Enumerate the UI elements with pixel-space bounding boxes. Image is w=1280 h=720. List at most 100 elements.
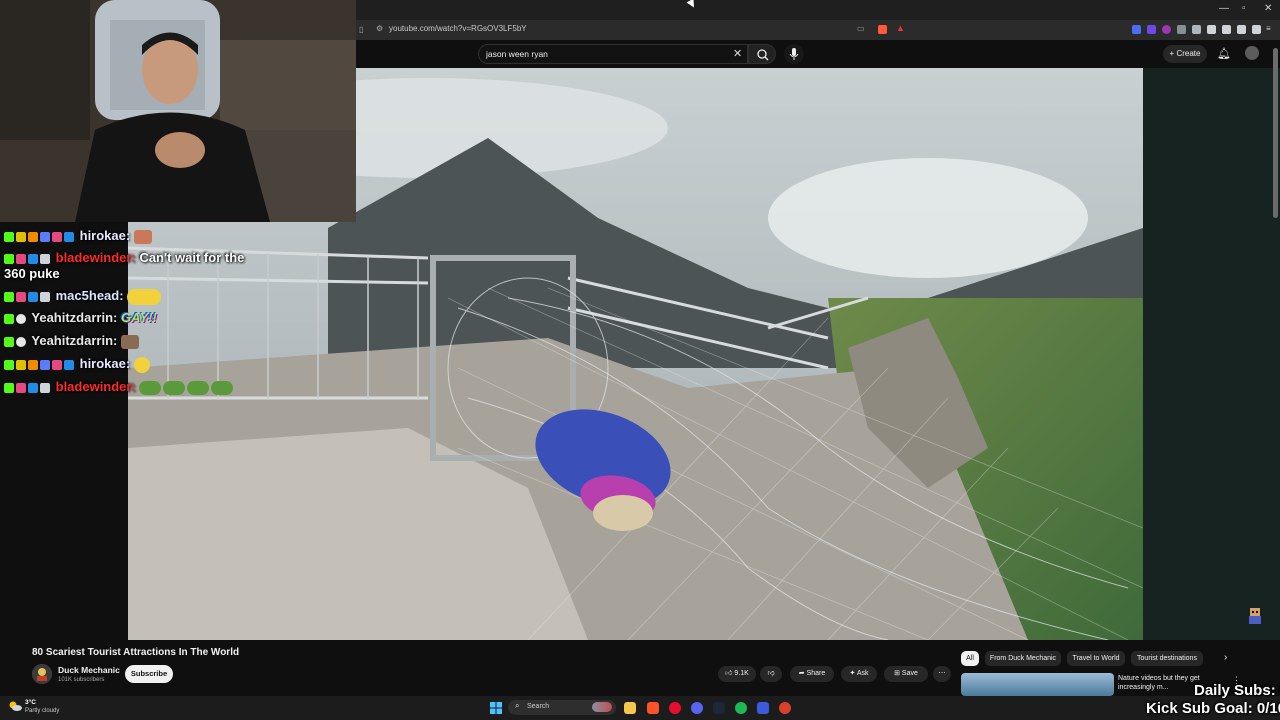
- streamer-camera: [0, 0, 356, 222]
- extension-icon-2[interactable]: [1147, 25, 1156, 34]
- emote-icon: [133, 229, 152, 244]
- share-button[interactable]: ➦ Share: [790, 666, 834, 682]
- profile-icon[interactable]: [1252, 25, 1261, 34]
- taskbar-search[interactable]: ⌕ Search: [508, 700, 616, 715]
- wallet-icon[interactable]: [1222, 25, 1231, 34]
- more-actions-button[interactable]: ⋯: [933, 666, 951, 682]
- opera-icon[interactable]: [669, 702, 681, 714]
- kick-badge-icon: [4, 291, 14, 302]
- taskbar-search-icon: ⌕: [515, 701, 520, 710]
- weather-temp[interactable]: 3°C: [25, 699, 36, 706]
- brave-browser-icon[interactable]: [647, 702, 659, 714]
- chat-message: Yeahitzdarrin: GAY!!: [4, 310, 157, 325]
- menu-icon[interactable]: ≡: [1266, 24, 1271, 33]
- create-button[interactable]: + Create: [1163, 45, 1207, 63]
- og-badge-icon: [16, 291, 26, 302]
- recommendations-panel-bg: [1143, 68, 1280, 640]
- chat-username[interactable]: bladewinder:: [56, 250, 136, 265]
- alert-icon[interactable]: ▲: [896, 23, 905, 33]
- page-scrollbar[interactable]: [1273, 48, 1278, 218]
- save-button[interactable]: ⊞ Save: [884, 666, 928, 682]
- like-button[interactable]: 👍︎ 9.1K: [718, 666, 756, 682]
- search-input-value[interactable]: jason ween ryan: [486, 49, 548, 59]
- emote-icon: [120, 334, 139, 349]
- url-text[interactable]: youtube.com/watch?v=RGsOV3LF5bY: [389, 24, 527, 33]
- search-button[interactable]: [748, 44, 776, 64]
- channel-avatar[interactable]: [32, 664, 52, 684]
- notifications-icon[interactable]: 🔔︎: [1217, 47, 1231, 60]
- settings-icon[interactable]: [1237, 25, 1246, 34]
- mod-badge-icon: [28, 253, 38, 264]
- spotify-icon[interactable]: [735, 702, 747, 714]
- ask-button[interactable]: ✦ Ask: [841, 666, 877, 682]
- extension-icon-5[interactable]: [1192, 25, 1201, 34]
- chat-text: 360 puke: [4, 266, 60, 281]
- chat-message: mac5head:: [4, 288, 163, 305]
- chip-from-channel[interactable]: From Duck Mechanic: [985, 651, 1061, 666]
- chip-tourist[interactable]: Tourist destinations: [1131, 651, 1203, 666]
- windows-start-icon[interactable]: [490, 701, 502, 714]
- brave-shield-icon[interactable]: [878, 25, 887, 34]
- chat-username[interactable]: Yeahitzdarrin:: [31, 333, 117, 348]
- site-settings-icon[interactable]: ⚙: [376, 24, 383, 33]
- chevron-right-icon[interactable]: ›: [1224, 652, 1227, 663]
- weather-condition[interactable]: Partly cloudy: [25, 708, 59, 714]
- sub-badge-icon: [16, 359, 26, 370]
- chat-message: hirokae:: [4, 228, 154, 244]
- extension-icon-3[interactable]: [1162, 25, 1171, 34]
- create-label: Create: [1176, 49, 1201, 58]
- app-icon-2[interactable]: [779, 702, 791, 714]
- sidebar-icon[interactable]: [1207, 25, 1216, 34]
- emote-icon: [127, 288, 162, 305]
- sparkle-icon: ✦: [849, 670, 857, 677]
- recommended-thumbnail[interactable]: [961, 673, 1114, 696]
- chat-username[interactable]: hirokae:: [80, 356, 131, 371]
- emote-icon: [139, 380, 162, 395]
- maximize-button[interactable]: ▫: [1242, 3, 1246, 14]
- close-window-button[interactable]: ✕: [1264, 3, 1272, 14]
- kick-sub-goal: Kick Sub Goal: 0/10: [1146, 700, 1280, 717]
- chat-message: hirokae:: [4, 356, 152, 373]
- chip-all[interactable]: All: [961, 651, 979, 666]
- channel-name[interactable]: Duck Mechanic: [58, 665, 120, 675]
- chat-username[interactable]: bladewinder:: [56, 379, 136, 394]
- chat-message-continued: 360 puke: [4, 266, 60, 281]
- daily-subs-goal: Daily Subs: 0/70: [1194, 682, 1280, 699]
- subscribe-button[interactable]: Subscribe: [125, 665, 173, 683]
- clear-search-icon[interactable]: ✕: [733, 47, 742, 60]
- chip-travel[interactable]: Travel to World: [1067, 651, 1125, 666]
- bookmark-icon[interactable]: ▯: [359, 25, 363, 34]
- save-label: Save: [901, 670, 918, 677]
- account-avatar[interactable]: [1245, 46, 1259, 60]
- ask-label: Ask: [856, 670, 869, 677]
- chat-username[interactable]: hirokae:: [80, 228, 131, 243]
- discord-icon[interactable]: [691, 702, 703, 714]
- voice-search-button[interactable]: [784, 44, 804, 64]
- chat-message: bladewinder:: [4, 379, 235, 395]
- subscriber-count: 101K subscribers: [58, 677, 105, 683]
- kick-badge-icon: [4, 231, 14, 242]
- chat-message: bladewinder: Can't wait for the: [4, 250, 244, 265]
- tier-badge-icon: [40, 291, 50, 302]
- taskbar-search-label: Search: [527, 703, 550, 710]
- microphone-icon: [789, 48, 799, 60]
- mod-badge-icon: [28, 291, 38, 302]
- mod-badge-icon: [64, 359, 74, 370]
- cast-icon[interactable]: ▭: [857, 24, 865, 33]
- og-badge-icon: [16, 382, 26, 393]
- og-badge-icon: [16, 253, 26, 264]
- extension-icon-1[interactable]: [1132, 25, 1141, 34]
- extension-icon-4[interactable]: [1177, 25, 1186, 34]
- minimize-button[interactable]: —: [1219, 3, 1229, 14]
- chat-username[interactable]: mac5head:: [56, 288, 124, 303]
- file-explorer-icon[interactable]: [624, 702, 636, 714]
- kick-badge-icon: [4, 382, 14, 393]
- weather-icon[interactable]: [8, 699, 22, 711]
- chat-username[interactable]: Yeahitzdarrin:: [31, 310, 117, 325]
- verified-badge-icon: [16, 313, 26, 324]
- og-badge-icon: [52, 231, 62, 242]
- gift-badge-icon: [28, 359, 38, 370]
- dislike-button[interactable]: 👎︎: [760, 666, 782, 682]
- steam-icon[interactable]: [713, 702, 725, 714]
- app-icon-1[interactable]: [757, 702, 769, 714]
